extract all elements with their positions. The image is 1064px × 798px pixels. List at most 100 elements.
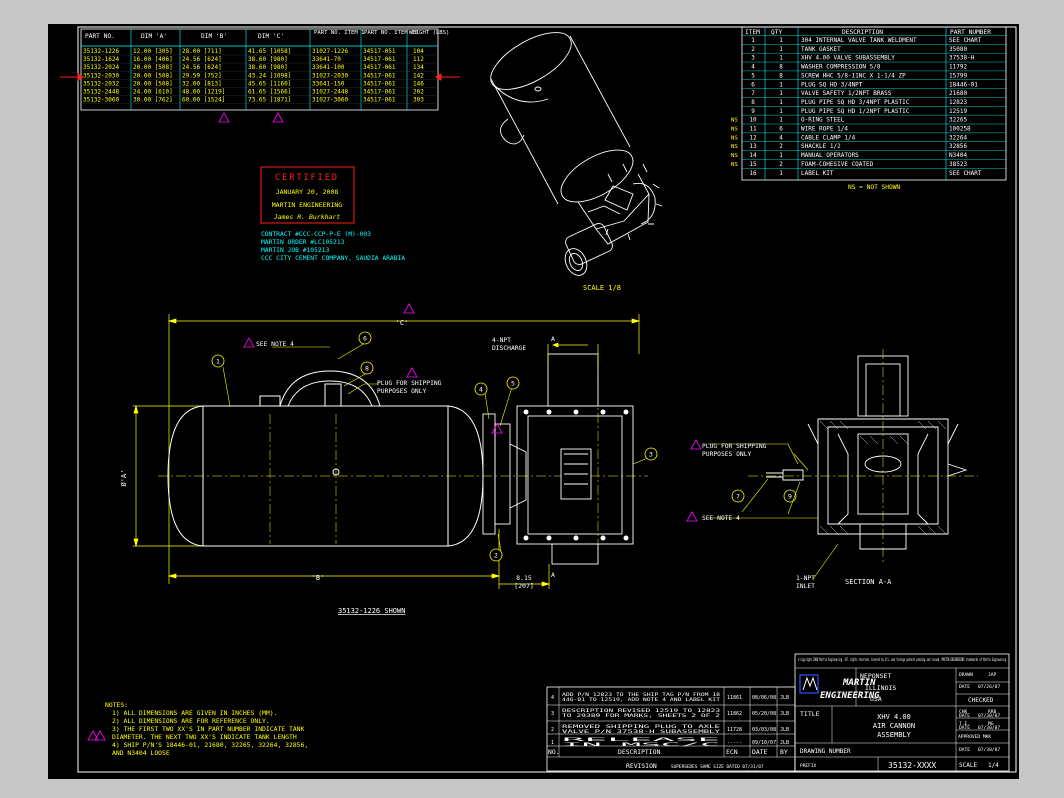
rev-by: JLB: [780, 727, 789, 733]
bom-part-number: 37538-H: [949, 55, 975, 62]
bom-item: 3: [751, 55, 755, 62]
bom-item: 15: [749, 161, 757, 168]
bom-item: 5: [751, 72, 755, 79]
certified-stamp: CERTIFIED JANUARY 20, 2008 MARTIN ENGINE…: [260, 166, 355, 224]
bom-description: VALVE SAFETY 1/2NPT BRASS: [801, 90, 892, 97]
bom-footnote: NS = NOT SHOWN: [848, 184, 900, 191]
rev-date: 03/03/08: [752, 727, 776, 733]
drawing-sheet: PART NO. DIM 'A' DIM 'B' DIM 'C' PART NO…: [48, 24, 1019, 779]
part-table-cell: 30.00 [762]: [133, 97, 173, 104]
contract-line-4: CCC CITY CEMENT COMPANY, SAUDIA ARABIA: [261, 255, 405, 262]
part-table-cell: 34517-051: [363, 48, 396, 55]
bom-part-number: 15799: [949, 72, 967, 79]
contract-block: CONTRACT #CCC-CCP-P-E (M)-003 MARTIN ORD…: [261, 231, 405, 262]
part-table-cell: 303: [413, 97, 424, 104]
checked-label: CHECKED: [968, 697, 994, 704]
bom-qty: 1: [779, 81, 783, 88]
balloon-label: 2: [494, 551, 498, 559]
part-table-cell: 24.00 [610]: [133, 89, 173, 96]
contract-line-1: CONTRACT #CCC-CCP-P-E (M)-003: [261, 231, 371, 238]
part-table-cell: 33641-150: [312, 80, 345, 87]
bom-qty: 1: [779, 46, 783, 53]
bom-item: 9: [751, 108, 755, 115]
bom-qty: 1: [779, 55, 783, 62]
bill-of-materials: ITEM QTY DESCRIPTION PART NUMBER 1 1 304 I…: [731, 26, 1007, 191]
drawn-date-label: DATE: [959, 684, 970, 690]
balloon-label: 8: [365, 364, 369, 372]
notes-title: NOTES:: [105, 701, 128, 709]
te-date-label: DATE: [959, 725, 970, 731]
certified-date: JANUARY 20, 2008: [276, 188, 339, 196]
rev-by: JLB: [780, 711, 789, 717]
balloon-label: 4: [479, 385, 483, 393]
balloon-label: 3: [649, 450, 653, 458]
see-note-main: SEE NOTE 4: [256, 341, 294, 348]
table-header-part-no: PART NO.: [85, 33, 115, 40]
part-table-cell: 24.56 [624]: [182, 64, 222, 71]
rev-date: 08/06/08: [752, 695, 776, 701]
bom-description: FOAM-COHESIVE COATED: [801, 161, 874, 168]
inlet-line-1: 1-NPT: [796, 575, 815, 582]
bom-item: 4: [751, 64, 755, 71]
balloon-label: 6: [363, 334, 367, 342]
scale-label: SCALE: [959, 762, 977, 769]
table-header-dim-b: DIM 'B': [201, 33, 227, 40]
bom-description: MANUAL OPERATORS: [801, 152, 859, 159]
rev-header-ecn: ECN: [726, 748, 738, 756]
bom-description: O-RING STEEL: [801, 117, 845, 124]
rev-no: 2: [551, 727, 554, 733]
part-table-cell: 112: [413, 56, 424, 63]
approved-label: APPROVED MKK: [958, 734, 991, 740]
part-table-cell: 45.65 [1160]: [248, 80, 291, 87]
note-4b: AND N3404 LOOSE: [112, 749, 170, 757]
discharge-line-2: DISCHARGE: [492, 345, 526, 352]
rev-no: 4: [551, 695, 554, 701]
bom-description: SCREW HHC 5/8-11NC X 1-1/4 ZP: [801, 72, 906, 79]
bom-description: XHV 4.00 VALVE SUBASSEMBLY: [801, 55, 895, 62]
bom-qty: 2: [779, 143, 783, 150]
certified-signature: James R. Burkhart: [273, 213, 341, 221]
rev-ecn: -----: [727, 740, 742, 746]
certified-company: MARTIN ENGINEERING: [272, 201, 343, 209]
notes: NOTES: 1) ALL DIMENSIONS ARE GIVEN IN IN…: [87, 701, 308, 757]
part-table-cell: 34517-061: [363, 64, 396, 71]
bom-item: 12: [749, 134, 757, 141]
title-line-2: AIR CANNON: [873, 722, 915, 730]
bom-part-number: 100258: [949, 126, 971, 133]
balloon-label: 5: [511, 379, 515, 387]
see-note-section: SEE NOTE 4: [702, 515, 740, 522]
te-date: 07/30/07: [978, 725, 1000, 731]
bom-ns-flag: NS: [731, 153, 738, 159]
part-table-cell: 38.60 [980]: [248, 56, 288, 63]
bom-qty: 6: [779, 126, 783, 133]
bom-ns-flag: NS: [731, 144, 738, 150]
table-header-dim-a: DIM 'A': [141, 33, 167, 40]
discharge-line-1: 4-NPT: [492, 337, 511, 344]
rev-description-cont: IN MSC/C: [562, 742, 725, 747]
bom-ns-flag: NS: [731, 162, 738, 168]
note-3: 3) THE FIRST TWO XX'S IN PART NUMBER IND…: [112, 725, 305, 733]
bom-qty: 1: [779, 152, 783, 159]
part-table-cell: 43.24 [1098]: [248, 72, 291, 79]
bom-ns-flag: NS: [731, 135, 738, 141]
prefix-label: PREFIX: [800, 763, 817, 769]
plug-note-section-2: PURPOSES ONLY: [702, 451, 751, 458]
bom-part-number: 38523: [949, 161, 967, 168]
bom-qty: 1: [779, 108, 783, 115]
part-table-cell: 34517-061: [363, 80, 396, 87]
part-table-cell: 142: [413, 72, 424, 79]
bom-description: PLUG PIPE SQ HD 1/2NPT PLASTIC: [801, 108, 910, 115]
rev-description-cont: 446-01 TO 12519, ADD NOTE 4 AND LABEL KI…: [562, 697, 721, 702]
part-table-cell: 33641-100: [312, 64, 345, 71]
bom-qty: 4: [779, 134, 783, 141]
rev-date: 05/20/08: [752, 711, 776, 717]
bom-description: SHACKLE 1/2: [801, 143, 841, 150]
bom-description: CABLE CLAMP 1/4: [801, 134, 856, 141]
cad-drawing: PART NO. DIM 'A' DIM 'B' DIM 'C' PART NO…: [60, 26, 1017, 773]
rev-header-date: DATE: [752, 748, 768, 756]
part-number-table: PART NO. DIM 'A' DIM 'B' DIM 'C' PART NO…: [80, 28, 449, 111]
part-table-cell: 35132-1226: [83, 48, 120, 55]
part-table-cell: 29.59 [752]: [182, 72, 222, 79]
inlet-line-2: INLET: [796, 583, 815, 590]
part-table-cell: 31027-2030: [312, 72, 349, 79]
